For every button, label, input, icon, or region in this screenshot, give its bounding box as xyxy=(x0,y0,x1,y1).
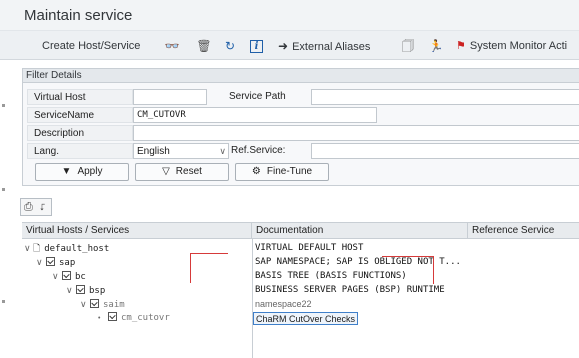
virtual-host-label: Virtual Host xyxy=(27,89,133,105)
annotation-line xyxy=(433,256,434,284)
flag-icon: ⚑ xyxy=(456,40,466,52)
tree-toolbar: ⎙ ⮦ xyxy=(20,198,52,216)
settings-icon: ⚙ xyxy=(251,166,261,177)
collapse-toggle-icon[interactable]: ∨ xyxy=(80,298,89,311)
service-folder-icon xyxy=(90,299,99,308)
application-toolbar: Create Host/Service 👓 🗑 ↻ i ➜ External Al… xyxy=(0,30,579,60)
documentation-cell: BUSINESS SERVER PAGES (BSP) RUNTIME xyxy=(255,285,445,295)
edge-mark xyxy=(2,104,5,107)
column-header-hosts[interactable]: Virtual Hosts / Services xyxy=(22,223,252,239)
tree-node-label: cm_cutovr xyxy=(121,313,170,323)
description-label: Description xyxy=(27,125,133,141)
ref-service-field[interactable] xyxy=(311,143,579,159)
fine-tune-button[interactable]: ⚙ Fine-Tune xyxy=(235,163,329,181)
tree-node[interactable]: • cm_cutovr xyxy=(98,312,170,325)
collapse-toggle-icon[interactable]: ∨ xyxy=(52,270,61,283)
documentation-cell: namespace22 xyxy=(255,299,312,309)
annotation-line xyxy=(190,253,191,283)
tree-node-label: bc xyxy=(75,272,86,282)
service-path-label: Service Path xyxy=(229,91,286,102)
reset-label: Reset xyxy=(175,166,202,177)
tree-node-label: saim xyxy=(103,300,125,310)
external-aliases-label: External Aliases xyxy=(292,41,371,53)
ref-service-label: Ref.Service: xyxy=(231,145,286,156)
tree-node[interactable]: ∨ saim xyxy=(80,298,125,311)
create-host-service-button[interactable]: Create Host/Service xyxy=(42,38,140,54)
apply-button[interactable]: ▼ Apply xyxy=(35,163,129,181)
service-folder-icon xyxy=(76,285,85,294)
print-icon[interactable]: ⎙ xyxy=(24,200,33,214)
service-folder-icon xyxy=(46,257,55,266)
trash-icon[interactable]: 🗑 xyxy=(196,37,212,55)
document-icon[interactable]: 🗍 xyxy=(400,37,416,55)
service-name-label: ServiceName xyxy=(27,107,133,123)
collapse-toggle-icon[interactable]: ∨ xyxy=(66,284,75,297)
reset-button[interactable]: ▽ Reset xyxy=(135,163,229,181)
tree-node[interactable]: ∨ bsp xyxy=(66,284,105,297)
filter-details-panel: Filter Details Virtual Host Service Path… xyxy=(22,68,579,186)
tree-node-label: sap xyxy=(59,258,76,268)
virtual-host-field[interactable] xyxy=(133,89,207,105)
annotation-line xyxy=(190,253,228,254)
collapse-toggle-icon[interactable]: ∨ xyxy=(36,256,45,269)
info-icon[interactable]: i xyxy=(250,40,263,53)
service-folder-icon xyxy=(62,271,71,280)
edge-mark xyxy=(2,188,5,191)
arrow-right-icon: ➜ xyxy=(278,39,289,53)
leaf-bullet-icon: • xyxy=(98,315,101,322)
system-monitor-button[interactable]: ⚑ System Monitor Acti xyxy=(456,38,567,54)
external-aliases-button[interactable]: ➜ External Aliases xyxy=(278,38,370,54)
service-name-field[interactable]: CM_CUTOVR xyxy=(133,107,377,123)
tree-node[interactable]: ∨ sap xyxy=(36,256,75,269)
lang-label: Lang. xyxy=(27,143,133,159)
documentation-cell: SAP NAMESPACE; SAP IS OBLIGED NOT T... xyxy=(255,257,461,267)
collapse-toggle-icon[interactable]: ∨ xyxy=(24,242,33,255)
system-monitor-label: System Monitor Acti xyxy=(469,40,568,52)
tree-node[interactable]: ∨ bc xyxy=(52,270,86,283)
lang-select[interactable]: English ∨ xyxy=(133,143,229,159)
description-field[interactable] xyxy=(133,125,579,141)
glasses-icon[interactable]: 👓 xyxy=(164,37,180,55)
title-bar: Maintain service xyxy=(0,0,579,30)
annotation-line xyxy=(382,256,434,257)
service-path-field[interactable] xyxy=(311,89,579,105)
column-header-reference[interactable]: Reference Service xyxy=(468,223,579,239)
dropdown-arrow-icon[interactable]: ⮦ xyxy=(40,200,45,214)
fine-tune-label: Fine-Tune xyxy=(266,166,313,177)
column-header-documentation[interactable]: Documentation xyxy=(252,223,468,239)
documentation-cell: BASIS TREE (BASIS FUNCTIONS) xyxy=(255,271,407,281)
reset-filter-icon: ▽ xyxy=(162,166,170,177)
tree-node-label: default_host xyxy=(44,244,110,254)
tree-node-label: bsp xyxy=(89,286,106,296)
service-tree: Virtual Hosts / Services Documentation R… xyxy=(22,222,579,358)
lang-selected-value: English xyxy=(137,146,170,157)
column-divider xyxy=(252,239,253,358)
page-title: Maintain service xyxy=(24,7,133,24)
edge-mark xyxy=(2,300,5,303)
refresh-icon[interactable]: ↻ xyxy=(222,37,238,55)
filter-details-header: Filter Details xyxy=(23,69,579,83)
documentation-cell: VIRTUAL DEFAULT HOST xyxy=(255,243,364,253)
tree-node[interactable]: ∨ 🗋 default_host xyxy=(24,242,109,255)
documentation-cell-selected[interactable]: ChaRM CutOver Checks xyxy=(253,312,359,325)
service-folder-icon xyxy=(108,312,117,321)
runner-icon[interactable]: 🏃 xyxy=(428,37,444,55)
filter-icon: ▼ xyxy=(61,166,72,177)
page-icon: 🗋 xyxy=(33,243,41,253)
apply-label: Apply xyxy=(77,166,103,177)
chevron-down-icon: ∨ xyxy=(219,146,226,156)
